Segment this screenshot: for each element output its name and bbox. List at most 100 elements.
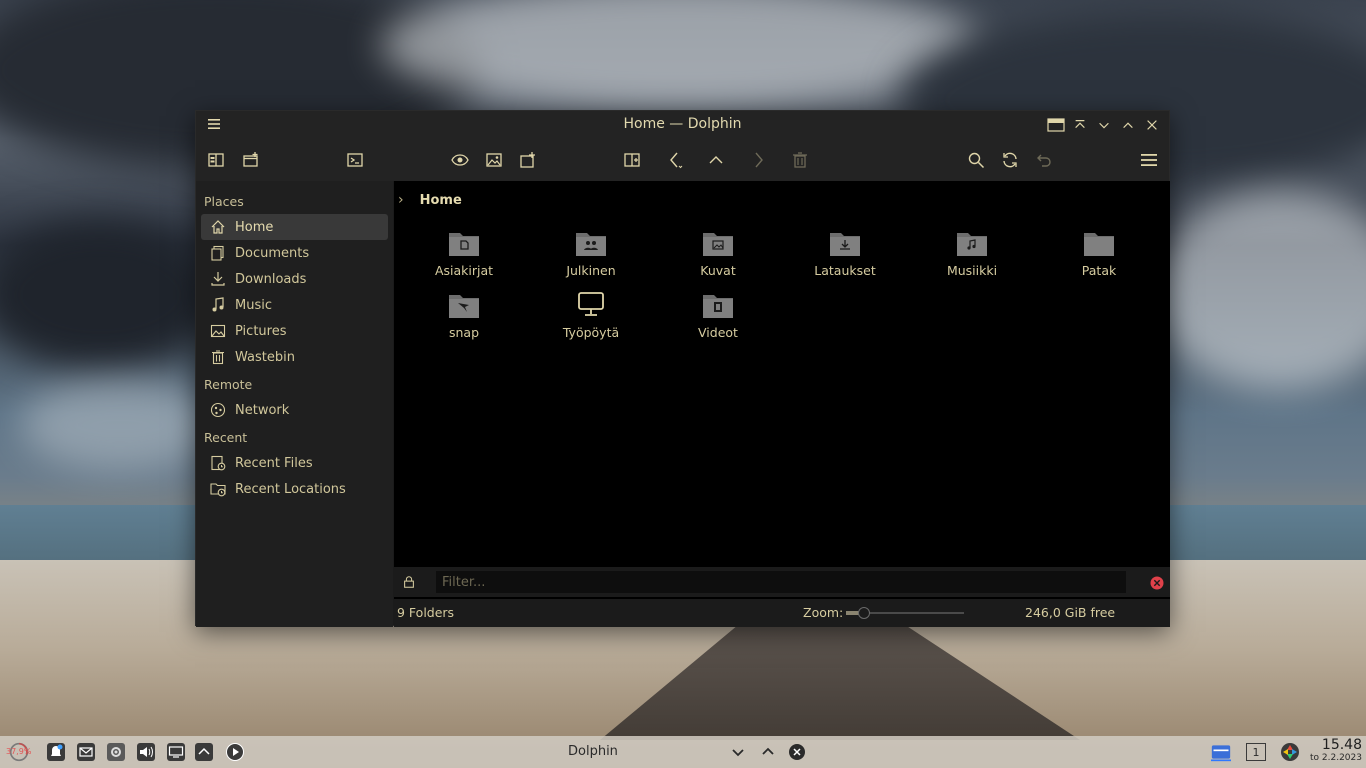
folder-item[interactable]: Videot — [656, 291, 780, 349]
videos-folder-icon — [702, 291, 734, 319]
folder-item[interactable]: Patak — [1037, 229, 1161, 287]
sidebar-item-label: Recent Locations — [235, 481, 346, 497]
title-bar[interactable]: Home — Dolphin — [196, 111, 1169, 139]
shade-window-icon[interactable] — [1047, 116, 1065, 134]
sidebar-item-music[interactable]: Music — [201, 292, 388, 318]
up-icon[interactable] — [703, 147, 729, 173]
folder-item[interactable]: Työpöytä — [529, 291, 653, 349]
network-icon — [209, 401, 227, 419]
taskbar: 37,9% Dolphin 1 15.48 to 2.2.2023 — [0, 736, 1366, 768]
documents-icon — [209, 244, 227, 262]
window-title: Home — Dolphin — [623, 116, 742, 132]
chevron-right-icon[interactable]: › — [398, 192, 404, 208]
cpu-monitor[interactable]: 37,9% — [6, 741, 32, 763]
status-bar: 9 Folders Zoom: 246,0 GiB free — [394, 599, 1170, 627]
close-window-icon[interactable] — [786, 741, 808, 763]
section-places: Places — [204, 194, 244, 209]
display-icon[interactable] — [165, 741, 187, 763]
tray-expand-icon[interactable] — [193, 741, 215, 763]
sidebar-item-label: Downloads — [235, 271, 307, 287]
music-folder-icon — [956, 229, 988, 257]
section-remote: Remote — [204, 377, 253, 392]
trash-icon — [209, 348, 227, 366]
active-window-title[interactable]: Dolphin — [568, 744, 618, 759]
downloads-folder-icon — [829, 229, 861, 257]
sidebar-item-label: Documents — [235, 245, 310, 261]
folder-item[interactable]: Asiakirjat — [402, 229, 526, 287]
document-folder-icon — [448, 229, 480, 257]
clear-filter-icon[interactable] — [1150, 575, 1164, 590]
sidebar-item-wastebin[interactable]: Wastebin — [201, 344, 388, 370]
volume-icon[interactable] — [135, 741, 157, 763]
section-recent: Recent — [204, 430, 248, 445]
split-view-icon[interactable] — [619, 147, 645, 173]
refresh-icon[interactable] — [997, 147, 1023, 173]
window-switcher-icon[interactable] — [1208, 741, 1234, 763]
maximize-icon[interactable] — [1119, 116, 1137, 134]
trash-toolbar-icon[interactable] — [787, 147, 813, 173]
folder-item[interactable]: snap — [402, 291, 526, 349]
preview-icon[interactable] — [447, 147, 473, 173]
show-panels-icon[interactable] — [203, 147, 229, 173]
file-view[interactable]: › Home Asiakirjat Julkinen Kuvat Latauks… — [394, 181, 1170, 627]
search-icon[interactable] — [963, 147, 989, 173]
zoom-slider-handle[interactable] — [857, 607, 870, 619]
zoom-slider[interactable] — [846, 607, 964, 619]
minimize-icon[interactable] — [1095, 116, 1113, 134]
sidebar-item-network[interactable]: Network — [201, 397, 388, 423]
back-icon[interactable] — [662, 147, 688, 173]
mail-icon[interactable] — [75, 741, 97, 763]
app-launcher-icon[interactable] — [1279, 741, 1301, 763]
places-panel: Places Home Documents Downloads Music Pi… — [196, 181, 393, 627]
sidebar-item-label: Wastebin — [235, 349, 295, 365]
forward-icon[interactable] — [745, 147, 771, 173]
sidebar-item-label: Home — [235, 219, 274, 235]
sidebar-item-home[interactable]: Home — [201, 214, 388, 240]
folder-item[interactable]: Kuvat — [656, 229, 780, 287]
folder-item[interactable]: Julkinen — [529, 229, 653, 287]
clock[interactable]: 15.48 to 2.2.2023 — [1310, 738, 1362, 764]
zoom-label: Zoom: — [803, 605, 844, 620]
folder-item[interactable]: Lataukset — [783, 229, 907, 287]
music-icon — [209, 296, 227, 314]
filter-input[interactable] — [436, 571, 1126, 593]
recent-files-icon — [209, 454, 227, 472]
chevron-up-icon[interactable] — [757, 741, 779, 763]
folder-item[interactable]: Musiikki — [910, 229, 1034, 287]
folder-icon — [1083, 229, 1115, 257]
new-tab-icon[interactable] — [238, 147, 264, 173]
sidebar-item-label: Network — [235, 402, 290, 418]
sidebar-item-pictures[interactable]: Pictures — [201, 318, 388, 344]
virtual-desktop-pager[interactable]: 1 — [1245, 741, 1267, 763]
sidebar-item-recent-locations[interactable]: Recent Locations — [201, 476, 388, 502]
breadcrumb: › Home — [394, 181, 1170, 219]
undo-icon[interactable] — [1031, 147, 1057, 173]
terminal-icon[interactable] — [342, 147, 368, 173]
sidebar-item-recent-files[interactable]: Recent Files — [201, 450, 388, 476]
public-folder-icon — [575, 229, 607, 257]
settings-icon[interactable] — [105, 741, 127, 763]
image-icon[interactable] — [481, 147, 507, 173]
keep-above-icon[interactable] — [1071, 116, 1089, 134]
folder-count: 9 Folders — [397, 605, 455, 620]
snap-folder-icon — [448, 291, 480, 319]
close-icon[interactable] — [1143, 116, 1161, 134]
chevron-down-icon[interactable] — [727, 741, 749, 763]
sidebar-item-label: Recent Files — [235, 455, 313, 471]
hamburger-menu-icon[interactable] — [1136, 147, 1162, 173]
filter-bar — [394, 567, 1170, 597]
downloads-icon — [209, 270, 227, 288]
clock-time: 15.48 — [1321, 737, 1362, 753]
sidebar-item-documents[interactable]: Documents — [201, 240, 388, 266]
notifications-icon[interactable] — [45, 741, 67, 763]
sidebar-item-label: Pictures — [235, 323, 287, 339]
new-file-icon[interactable] — [515, 147, 541, 173]
sidebar-item-downloads[interactable]: Downloads — [201, 266, 388, 292]
free-space: 246,0 GiB free — [1025, 605, 1116, 620]
lock-icon[interactable] — [402, 574, 418, 590]
breadcrumb-home[interactable]: Home — [420, 193, 462, 208]
pictures-icon — [209, 322, 227, 340]
pictures-folder-icon — [702, 229, 734, 257]
media-player-icon[interactable] — [224, 741, 246, 763]
dolphin-window: Home — Dolphin Places Home Documents Dow… — [195, 110, 1170, 627]
